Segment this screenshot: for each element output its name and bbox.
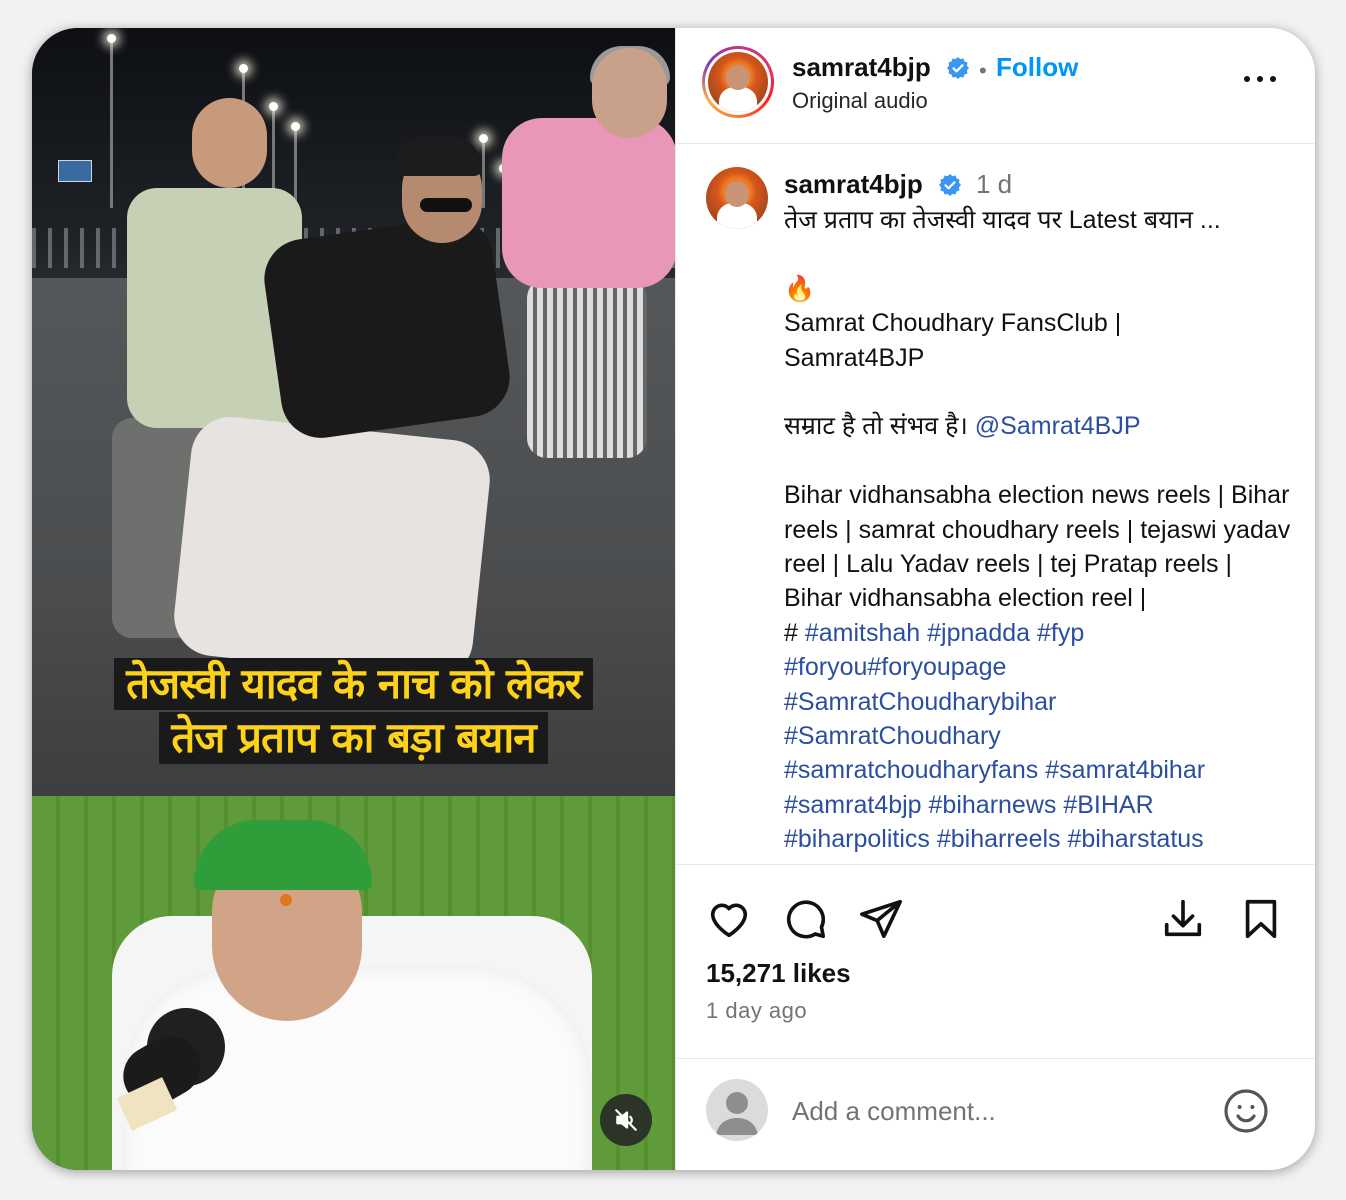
hash-prefix: # (784, 618, 798, 647)
verified-badge-icon (939, 174, 961, 196)
follow-button[interactable]: Follow (996, 52, 1078, 83)
download-icon[interactable] (1160, 896, 1206, 942)
hashtag-links[interactable]: #SamratChoudharybihar (784, 685, 1294, 719)
hashtag-links[interactable]: #samrat4bjp #biharnews #BIHAR (784, 788, 1294, 822)
headline-line-1: तेजस्वी यादव के नाच को लेकर (114, 658, 593, 710)
more-horizontal-icon (1244, 76, 1250, 82)
action-bar (676, 888, 1315, 948)
comment-bubble-icon[interactable] (782, 896, 828, 942)
post-card: तेजस्वी यादव के नाच को लेकर तेज प्रताप क… (32, 28, 1315, 1170)
comment-bar (676, 1058, 1315, 1170)
caption-text: तेज प्रताप का तेजस्वी यादव पर Latest बया… (784, 203, 1294, 857)
caption-slogan-line: सम्राट है तो संभव है। @Samrat4BJP (784, 409, 1294, 443)
comment-input[interactable] (792, 1089, 1192, 1133)
more-options-button[interactable] (1244, 76, 1280, 88)
header-username[interactable]: samrat4bjp (792, 52, 931, 83)
caption-line-1: तेज प्रताप का तेजस्वी यादव पर Latest बया… (784, 206, 1221, 234)
caption-username[interactable]: samrat4bjp (784, 169, 923, 200)
hashtag-links[interactable]: #samratchoudharyfans #samrat4bihar (784, 753, 1294, 787)
story-avatar[interactable] (702, 46, 774, 118)
hashtag-links[interactable]: #SamratChoudhary (784, 719, 1294, 753)
post-header: samrat4bjp • Follow Original audio (676, 28, 1315, 144)
bookmark-icon[interactable] (1238, 896, 1284, 942)
caption-section: samrat4bjp 1 d तेज प्रताप का तेजस्वी याद… (676, 145, 1315, 865)
caption-reels: Bihar vidhansabha election news reels | … (784, 481, 1291, 613)
road-sign (58, 160, 92, 182)
smiley-icon[interactable] (1222, 1087, 1270, 1135)
profile-photo (708, 52, 768, 112)
post-time: 1 d (976, 169, 1013, 199)
post-details-panel: samrat4bjp • Follow Original audio samra… (675, 28, 1315, 1170)
video-headline: तेजस्वी यादव के नाच को लेकर तेज प्रताप क… (32, 658, 675, 766)
mention-link[interactable]: @Samrat4BJP (975, 412, 1141, 440)
verified-badge-icon (947, 57, 969, 79)
headline-line-2: तेज प्रताप का बड़ा बयान (159, 712, 548, 764)
hashtag-links[interactable]: #amitshah #jpnadda #fyp (805, 619, 1084, 647)
mute-button[interactable] (600, 1094, 652, 1146)
caption-fansclub: Samrat Choudhary FansClub | Samrat4BJP (784, 309, 1122, 372)
user-avatar (706, 1079, 768, 1141)
video-scene-interview (32, 796, 675, 1170)
default-user-icon (716, 1092, 758, 1135)
reel-video[interactable]: तेजस्वी यादव के नाच को लेकर तेज प्रताप क… (32, 28, 675, 1170)
posted-time: 1 day ago (706, 998, 808, 1023)
heart-icon[interactable] (706, 896, 752, 942)
hashtag-links[interactable]: #biharpolitics #biharreels #biharstatus (784, 822, 1294, 856)
separator-dot: • (979, 58, 987, 83)
speaker-muted-icon (615, 1109, 637, 1131)
likes-count[interactable]: 15,271 likes (706, 958, 851, 989)
paper-plane-icon[interactable] (858, 896, 904, 942)
fire-emoji: 🔥 (784, 274, 816, 303)
caption-avatar[interactable] (706, 167, 768, 229)
hashtags-line-1: # #amitshah #jpnadda #fyp (784, 616, 1294, 650)
hashtag-links[interactable]: #foryou#foryoupage (784, 650, 1294, 684)
caption-slogan: सम्राट है तो संभव है। (784, 412, 968, 441)
audio-label[interactable]: Original audio (792, 88, 928, 114)
